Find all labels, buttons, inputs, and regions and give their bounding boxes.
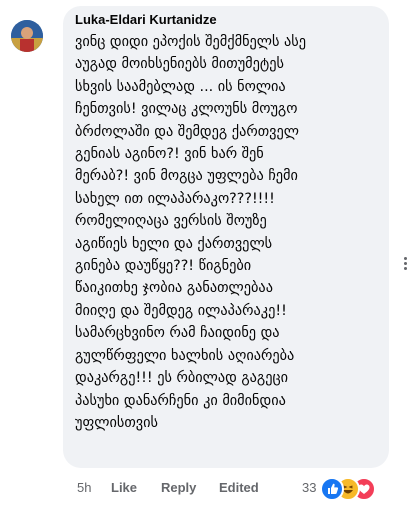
comment-text: ვინც დიდი ეპოქის შემქმნელს ასე აუგად მოი… (75, 34, 307, 431)
avatar[interactable] (11, 20, 43, 52)
like-button[interactable]: Like (111, 479, 137, 497)
reaction-count[interactable]: 33 (302, 479, 316, 497)
reply-button[interactable]: Reply (161, 479, 196, 497)
more-options-icon[interactable] (402, 257, 408, 277)
comment-timestamp[interactable]: 5h (77, 479, 91, 497)
like-reaction-icon (320, 477, 344, 501)
comment-author[interactable]: Luka-Eldari Kurtanidze (75, 11, 389, 29)
comment-bubble: Luka-Eldari Kurtanidze ვინც დიდი ეპოქის … (63, 6, 389, 468)
edited-label[interactable]: Edited (219, 479, 259, 497)
